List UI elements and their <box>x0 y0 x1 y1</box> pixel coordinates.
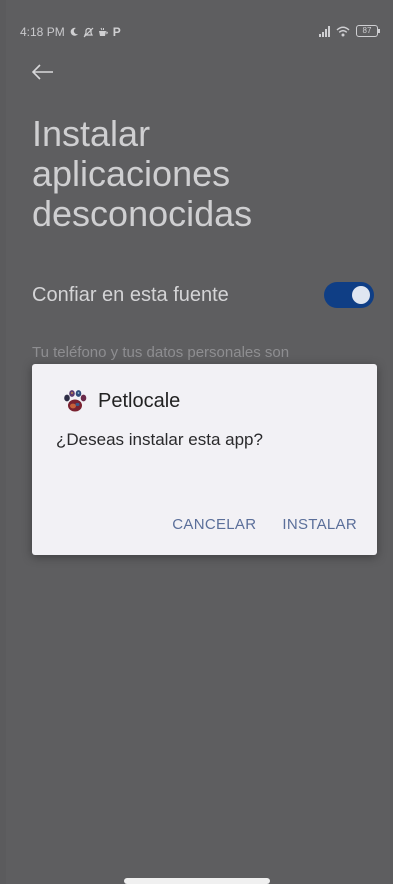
install-dialog: Petlocale ¿Deseas instalar esta app? CAN… <box>32 364 377 555</box>
status-time: 4:18 PM <box>20 25 65 39</box>
trust-source-row[interactable]: Confiar en esta fuente <box>32 282 374 312</box>
dialog-message: ¿Deseas instalar esta app? <box>56 430 263 449</box>
app-name: Petlocale <box>98 389 181 412</box>
screen: 4:18 PM P 87 Instalar aplicaciones desco… <box>6 0 390 884</box>
dialog-actions: CANCELAR INSTALAR <box>172 516 357 533</box>
trust-source-toggle[interactable] <box>324 282 374 308</box>
tea-icon <box>98 27 108 36</box>
p-icon: P <box>112 25 121 39</box>
home-indicator[interactable] <box>124 878 270 884</box>
toggle-knob <box>352 286 370 304</box>
signal-icon <box>319 25 330 37</box>
paw-icon <box>64 390 87 412</box>
cancel-button[interactable]: CANCELAR <box>172 516 256 533</box>
arrow-left-icon <box>31 64 53 80</box>
dialog-header: Petlocale <box>62 388 180 414</box>
status-right: 87 <box>319 25 380 37</box>
trust-source-label: Confiar en esta fuente <box>32 284 229 306</box>
status-bar: 4:18 PM P 87 <box>6 0 390 39</box>
battery-icon: 87 <box>356 25 380 37</box>
wifi-icon <box>336 26 350 36</box>
page-title: Instalar aplicaciones desconocidas <box>32 113 253 234</box>
moon-icon <box>70 27 78 36</box>
back-button[interactable] <box>31 62 54 84</box>
install-button[interactable]: INSTALAR <box>282 516 357 533</box>
status-icons: P <box>69 25 121 39</box>
warning-text: Tu teléfono y tus datos personales son <box>32 344 290 361</box>
bell-off-icon <box>83 27 94 37</box>
status-left: 4:18 PM P <box>20 25 121 39</box>
